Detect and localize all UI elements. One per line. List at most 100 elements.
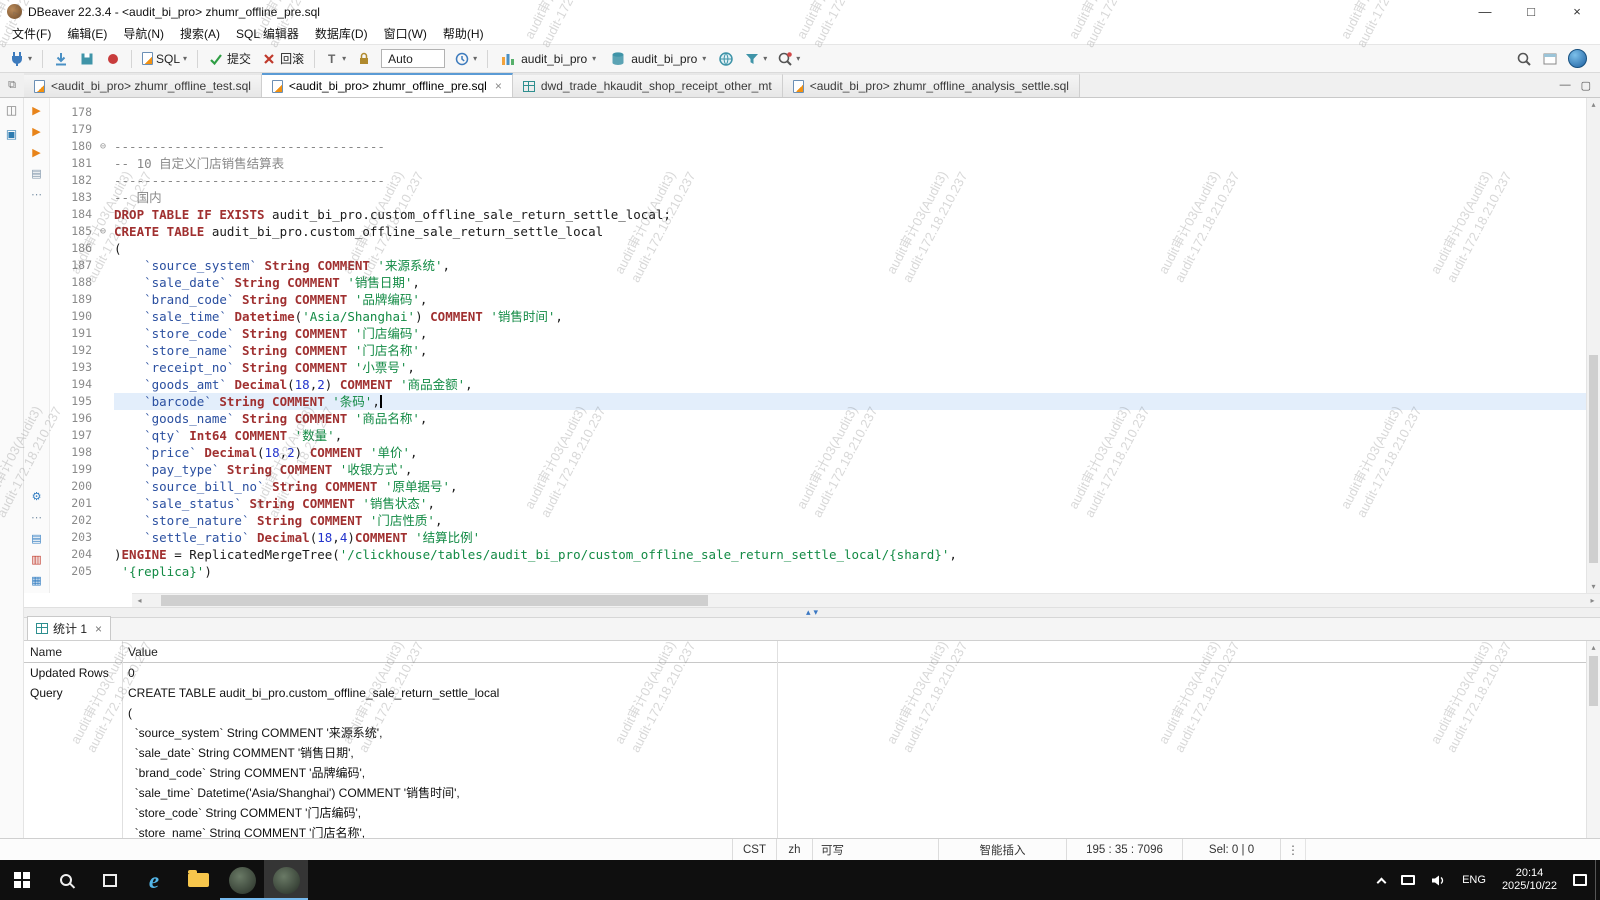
code-line: `store_nature` String COMMENT '门店性质', — [114, 512, 1586, 529]
globe-button[interactable] — [714, 49, 738, 69]
editor-tab[interactable]: <audit_bi_pro> zhumr_offline_analysis_se… — [783, 73, 1080, 97]
database-icon — [610, 51, 626, 67]
tray-monitor-button[interactable] — [1393, 860, 1423, 900]
internet-explorer-button[interactable]: e — [132, 860, 176, 900]
more-actions-icon[interactable]: ⋯ — [31, 190, 42, 201]
menu-item[interactable]: 窗口(W) — [376, 25, 435, 42]
menu-item[interactable]: 帮助(H) — [435, 25, 492, 42]
transaction-log-button[interactable]: ▾ — [450, 49, 481, 69]
language-indicator[interactable]: ENG — [1454, 860, 1494, 900]
caret-down-icon: ▾ — [763, 54, 767, 63]
action-center-button[interactable] — [1565, 860, 1595, 900]
code-area[interactable]: -------------------------------------- 1… — [108, 98, 1586, 593]
commit-button[interactable]: 提交 — [204, 48, 255, 69]
schema-combo[interactable]: audit_bi_pro ▾ — [604, 49, 712, 69]
delete-file-icon[interactable]: ▥ — [31, 555, 41, 566]
fold-icon[interactable]: ⊖ — [100, 138, 106, 155]
line-number: 201 — [50, 495, 108, 512]
sash-down-icon[interactable]: ▾ — [814, 608, 819, 617]
restore-view-icon[interactable]: ◫ — [6, 103, 17, 117]
sash-up-icon[interactable]: ▴ — [806, 608, 811, 617]
tray-expand-button[interactable] — [1370, 860, 1393, 900]
code-line: ------------------------------------ — [114, 138, 1586, 155]
column-header-value[interactable]: Value — [122, 645, 158, 659]
scroll-down-icon[interactable]: ▾ — [1587, 580, 1600, 593]
sql-file-icon — [272, 80, 283, 93]
scroll-left-icon[interactable]: ◂ — [132, 594, 147, 607]
menu-item[interactable]: SQL 编辑器 — [228, 25, 307, 42]
maximize-view-icon[interactable]: ▢ — [1581, 79, 1591, 92]
rollback-button[interactable]: 回滚 — [257, 48, 308, 69]
app-button-2[interactable] — [264, 860, 308, 900]
start-button[interactable] — [0, 860, 44, 900]
close-button[interactable]: × — [1554, 0, 1600, 23]
panel-sash[interactable]: ▴ ▾ — [24, 607, 1600, 618]
task-view-icon — [103, 874, 117, 887]
settings-gear-icon[interactable]: ⚙ — [32, 492, 42, 503]
save-file-icon[interactable]: ▦ — [31, 576, 41, 587]
editor-tab[interactable]: <audit_bi_pro> zhumr_offline_test.sql — [24, 73, 262, 97]
transaction-auto-select[interactable]: Auto — [381, 49, 445, 68]
save-script-button[interactable] — [75, 49, 99, 69]
menu-item[interactable]: 文件(F) — [4, 25, 59, 42]
line-number: 189 — [50, 291, 108, 308]
scroll-up-icon[interactable]: ▴ — [1587, 641, 1600, 654]
editor-tab[interactable]: <audit_bi_pro> zhumr_offline_pre.sql× — [262, 73, 513, 97]
minimize-button[interactable]: — — [1462, 0, 1508, 23]
editor-tab[interactable]: dwd_trade_hkaudit_shop_receipt_other_mt — [513, 73, 783, 97]
menu-item[interactable]: 数据库(D) — [307, 25, 376, 42]
column-header-name[interactable]: Name — [24, 645, 122, 659]
execute-new-tab-icon[interactable]: ▶ — [32, 148, 40, 159]
scroll-up-icon[interactable]: ▴ — [1587, 98, 1600, 111]
dbeaver-logo[interactable] — [1568, 49, 1587, 68]
result-row[interactable]: QueryCREATE TABLE audit_bi_pro.custom_of… — [24, 683, 1600, 838]
scroll-right-icon[interactable]: ▸ — [1585, 594, 1600, 607]
abort-button[interactable] — [101, 49, 125, 69]
maximize-button[interactable]: □ — [1508, 0, 1554, 23]
transaction-mode-button[interactable]: T ▾ — [321, 49, 350, 68]
results-tab-close-icon[interactable]: × — [95, 622, 102, 636]
results-header: Name Value — [24, 641, 1600, 663]
hscroll-thumb[interactable] — [161, 595, 707, 606]
lock-button[interactable] — [352, 49, 376, 69]
perspective-button[interactable] — [1538, 49, 1562, 69]
app-button-1[interactable] — [220, 860, 264, 900]
show-desktop-button[interactable] — [1595, 860, 1600, 900]
search-button[interactable] — [1512, 49, 1536, 69]
tab-close-icon[interactable]: × — [495, 79, 502, 93]
execute-script-icon[interactable]: ▶ — [32, 127, 40, 138]
result-row[interactable]: Updated Rows0 — [24, 663, 1600, 683]
vscroll-thumb[interactable] — [1589, 355, 1598, 563]
open-file-icon[interactable]: ▤ — [31, 534, 41, 545]
more-icon[interactable]: ⋯ — [31, 513, 42, 524]
menu-bar: 文件(F)编辑(E)导航(N)搜索(A)SQL 编辑器数据库(D)窗口(W)帮助… — [0, 23, 1600, 44]
status-menu-icon[interactable]: ⋮ — [1280, 839, 1305, 860]
results-scrollbar[interactable]: ▴ — [1586, 641, 1600, 838]
perspective-icon — [1542, 51, 1558, 67]
fold-icon[interactable]: ⊖ — [100, 223, 106, 240]
editor-vscrollbar[interactable]: ▴ ▾ — [1586, 98, 1600, 593]
volume-button[interactable] — [1423, 860, 1454, 900]
menu-item[interactable]: 导航(N) — [115, 25, 172, 42]
datasource-combo[interactable]: audit_bi_pro ▾ — [494, 49, 602, 69]
explain-plan-icon[interactable]: ▤ — [31, 169, 41, 180]
minimize-view-icon[interactable]: — — [1560, 79, 1571, 91]
restore-panels-icon[interactable]: ⧉ — [0, 73, 24, 97]
menu-item[interactable]: 编辑(E) — [59, 25, 115, 42]
search-dropdown-button[interactable]: ▾ — [773, 49, 804, 69]
filter-button[interactable]: ▾ — [740, 49, 771, 69]
task-view-button[interactable] — [88, 860, 132, 900]
open-script-button[interactable] — [49, 49, 73, 69]
line-number: 199 — [50, 461, 108, 478]
new-connection-button[interactable]: ▾ — [5, 49, 36, 69]
results-scroll-thumb[interactable] — [1589, 656, 1598, 706]
menu-item[interactable]: 搜索(A) — [172, 25, 228, 42]
taskbar-search-button[interactable] — [44, 860, 88, 900]
editor-hscrollbar[interactable]: ◂ ▸ — [132, 593, 1600, 607]
taskbar-clock[interactable]: 20:14 2025/10/22 — [1494, 860, 1565, 900]
new-sql-editor-button[interactable]: SQL ▾ — [138, 50, 191, 68]
database-navigator-icon[interactable]: ▣ — [6, 127, 17, 141]
file-explorer-button[interactable] — [176, 860, 220, 900]
execute-statement-icon[interactable]: ▶ — [32, 106, 40, 117]
results-tab[interactable]: 统计 1 × — [27, 616, 111, 640]
